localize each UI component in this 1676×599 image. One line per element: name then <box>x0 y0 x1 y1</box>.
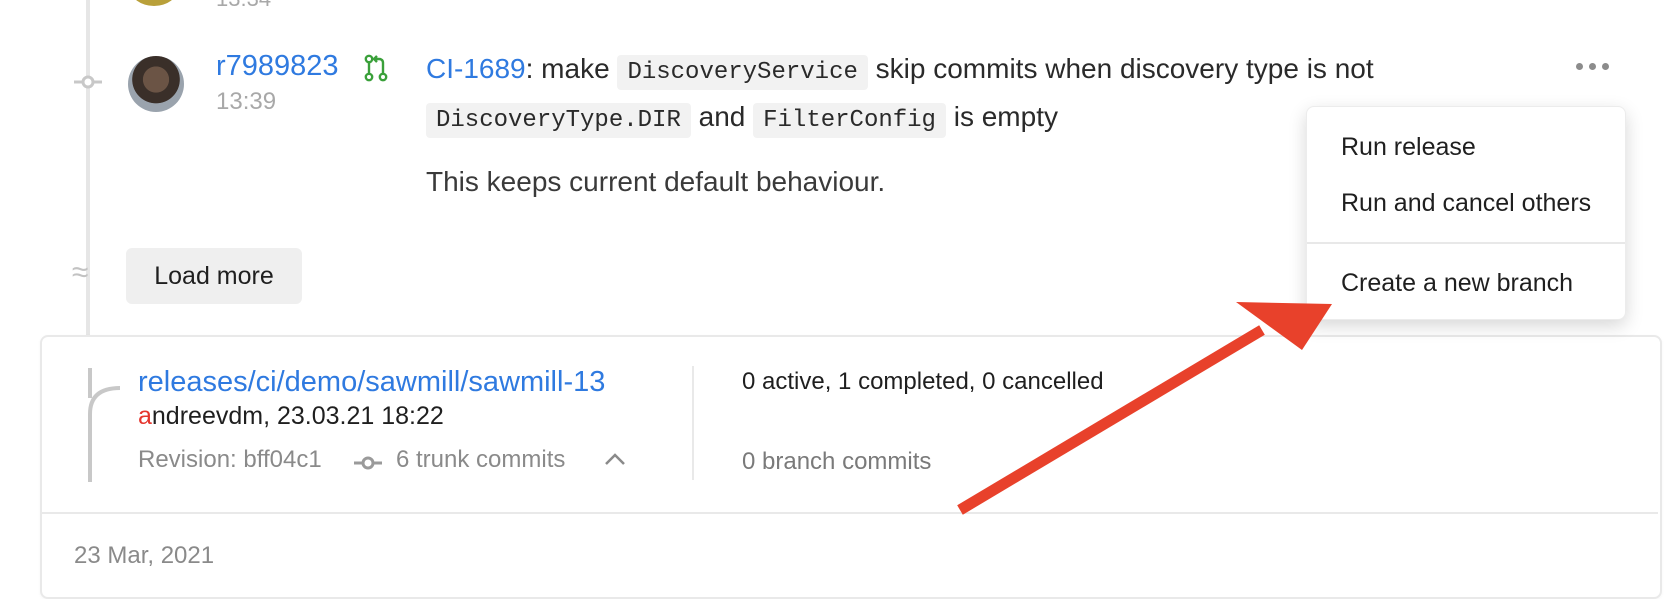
more-dots-icon[interactable] <box>1576 58 1614 74</box>
divider <box>42 512 1658 514</box>
code-snippet: FilterConfig <box>753 103 946 138</box>
menu-item-run-release[interactable]: Run release <box>1341 133 1476 162</box>
trunk-commits-toggle[interactable]: 6 trunk commits <box>396 446 565 474</box>
timeline-gap-icon: ≈ <box>72 256 89 289</box>
divider <box>692 366 694 480</box>
menu-item-run-cancel-others[interactable]: Run and cancel others <box>1341 189 1591 218</box>
message-text: and <box>698 101 746 132</box>
code-snippet: DiscoveryType.DIR <box>426 103 691 138</box>
author-initial: a <box>138 402 152 430</box>
branch-link[interactable]: releases/ci/demo/sawmill/sawmill-13 <box>138 366 605 399</box>
branch-author: andreevdm, 23.03.21 18:22 <box>138 402 444 431</box>
commit-time: 13:34 <box>216 0 271 12</box>
branch-commits[interactable]: 0 branch commits <box>742 448 931 476</box>
actions-menu: Run release Run and cancel others Create… <box>1306 106 1626 320</box>
chevron-up-icon[interactable] <box>604 452 626 466</box>
message-text: is empty <box>953 101 1058 132</box>
commit-node-icon <box>354 456 382 470</box>
commit-node-icon <box>74 75 102 89</box>
timeline-line <box>86 0 90 340</box>
date-label: 23 Mar, 2021 <box>74 542 215 569</box>
pull-request-icon[interactable] <box>364 54 388 82</box>
avatar[interactable] <box>128 56 184 112</box>
issue-link[interactable]: CI-1689 <box>426 53 526 84</box>
commit-note: This keeps current default behaviour. <box>426 166 886 197</box>
commit-time: 13:39 <box>216 88 277 115</box>
menu-separator <box>1307 242 1625 244</box>
load-more-button[interactable]: Load more <box>126 248 302 304</box>
message-text: skip commits when discovery type is not <box>875 53 1374 84</box>
message-text: : make <box>525 53 610 84</box>
author-details: ndreevdm, 23.03.21 18:22 <box>151 402 444 430</box>
avatar <box>130 0 178 6</box>
branch-line-icon <box>88 368 121 482</box>
run-stats: 0 active, 1 completed, 0 cancelled <box>742 368 1104 395</box>
revision-label: Revision: bff04c1 <box>138 446 322 473</box>
revision-link[interactable]: r7989823 <box>216 50 339 83</box>
code-snippet: DiscoveryService <box>617 55 868 90</box>
menu-item-create-branch[interactable]: Create a new branch <box>1341 269 1573 298</box>
